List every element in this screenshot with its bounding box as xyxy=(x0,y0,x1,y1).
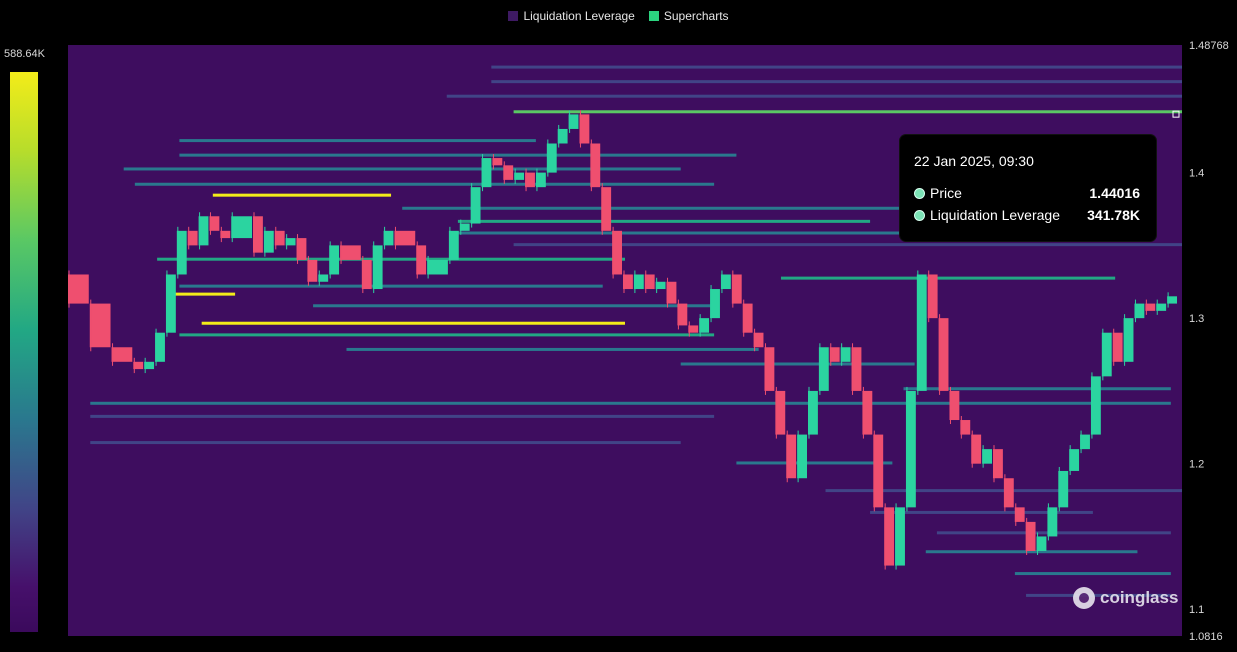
liquidation-level-band xyxy=(90,441,681,445)
tooltip-label: Liquidation Leverage xyxy=(930,207,1060,223)
liquidation-level-band xyxy=(201,321,625,325)
price-candle xyxy=(89,303,111,348)
y-tick-label: 1.2 xyxy=(1189,459,1204,471)
liquidation-dot-icon xyxy=(914,209,925,221)
liquidation-level-band xyxy=(179,333,715,337)
y-tick-label: 1.1 xyxy=(1189,604,1204,616)
liquidation-level-band xyxy=(179,139,536,143)
liquidation-level-band xyxy=(457,219,871,223)
price-candle xyxy=(427,259,448,275)
liquidation-level-band xyxy=(680,362,915,366)
liquidation-level-band xyxy=(313,304,715,308)
liquidation-level-band xyxy=(402,206,960,210)
liquidation-level-band xyxy=(179,153,737,157)
price-candle xyxy=(394,230,416,246)
liquidation-level-band xyxy=(90,414,715,418)
liquidation-level-band xyxy=(736,461,893,465)
price-candle xyxy=(231,216,252,239)
y-tick-label: 1.48768 xyxy=(1189,40,1229,52)
liquidation-level-band xyxy=(157,257,625,261)
liquidation-level-band xyxy=(168,292,236,296)
tooltip: 22 Jan 2025, 09:30 Price 1.44016 Liquida… xyxy=(900,135,1156,241)
tooltip-value: 1.44016 xyxy=(1089,185,1140,201)
liquidation-level-band xyxy=(346,347,759,351)
heatmap-background xyxy=(68,45,1182,636)
tooltip-title: 22 Jan 2025, 09:30 xyxy=(914,153,1034,169)
coinglass-logo: coinglass xyxy=(1073,587,1178,609)
tooltip-row-liquidation: Liquidation Leverage 341.78K xyxy=(914,206,1140,224)
liquidation-level-band xyxy=(491,80,1182,84)
price-candle xyxy=(340,245,361,260)
liquidation-level-band xyxy=(212,193,392,197)
heatmap-chart[interactable]: 1.48768 1.4 1.3 1.2 1.1 1.0816 xyxy=(0,0,1237,652)
tooltip-row-price: Price 1.44016 xyxy=(914,184,1140,202)
y-tick-label: 1.4 xyxy=(1189,168,1204,180)
liquidation-level-band xyxy=(457,231,915,235)
liquidation-level-band xyxy=(179,284,603,288)
y-tick-label: 1.0816 xyxy=(1189,631,1223,643)
liquidation-level-band xyxy=(780,276,1116,280)
heatmap-svg: 1.48768 1.4 1.3 1.2 1.1 1.0816 xyxy=(68,40,1229,643)
liquidation-level-band xyxy=(513,110,1182,114)
liquidation-level-band xyxy=(446,94,1182,98)
price-candle xyxy=(111,347,133,362)
liquidation-level-band xyxy=(1014,572,1171,576)
watermark-text: coinglass xyxy=(1100,588,1179,607)
liquidation-level-band xyxy=(491,65,1182,69)
liquidation-level-band xyxy=(134,182,715,186)
price-dot-icon xyxy=(914,187,925,199)
y-tick-label: 1.3 xyxy=(1189,313,1204,325)
tooltip-value: 341.78K xyxy=(1087,207,1140,223)
coinglass-logo-icon xyxy=(1073,587,1095,609)
liquidation-level-band xyxy=(90,401,1171,405)
price-candle xyxy=(68,274,89,304)
tooltip-label: Price xyxy=(930,185,962,201)
